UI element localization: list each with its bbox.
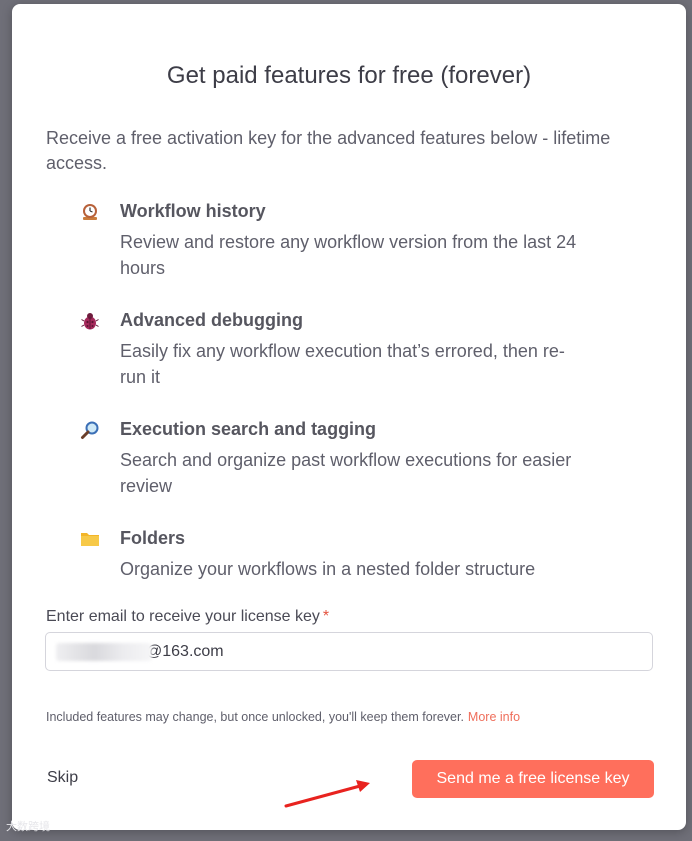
folder-icon (80, 529, 100, 549)
skip-button[interactable]: Skip (47, 769, 78, 787)
feature-description: Search and organize past workflow execut… (120, 450, 572, 496)
redacted-email-mask (56, 643, 152, 661)
feature-title: Workflow history (120, 201, 266, 221)
more-info-link[interactable]: More info (468, 710, 520, 724)
feature-title: Execution search and tagging (120, 419, 377, 439)
send-license-key-button[interactable]: Send me a free license key (412, 760, 654, 798)
feature-description: Easily fix any workflow execution that’s… (120, 341, 565, 387)
email-label-text: Enter email to receive your license key (46, 608, 320, 625)
license-modal: Get paid features for free (forever) Rec… (12, 4, 686, 830)
email-label: Enter email to receive your license key * (46, 608, 329, 626)
modal-title: Get paid features for free (forever) (166, 62, 532, 89)
features-notice: Included features may change, but once u… (46, 710, 520, 724)
magnifier-icon (80, 420, 100, 440)
feature-description: Organize your workflows in a nested fold… (120, 559, 536, 579)
feature-description: Review and restore any workflow version … (120, 232, 577, 278)
annotation-arrow-icon (284, 780, 370, 808)
feature-title: Advanced debugging (120, 310, 304, 330)
clock-icon (80, 202, 100, 222)
bug-icon (80, 311, 100, 331)
required-mark: * (322, 608, 330, 625)
notice-text: Included features may change, but once u… (46, 710, 464, 724)
feature-title: Folders (120, 528, 186, 548)
modal-intro: Receive a free activation key for the ad… (46, 128, 611, 173)
watermark: 大数跨境 (6, 821, 50, 833)
